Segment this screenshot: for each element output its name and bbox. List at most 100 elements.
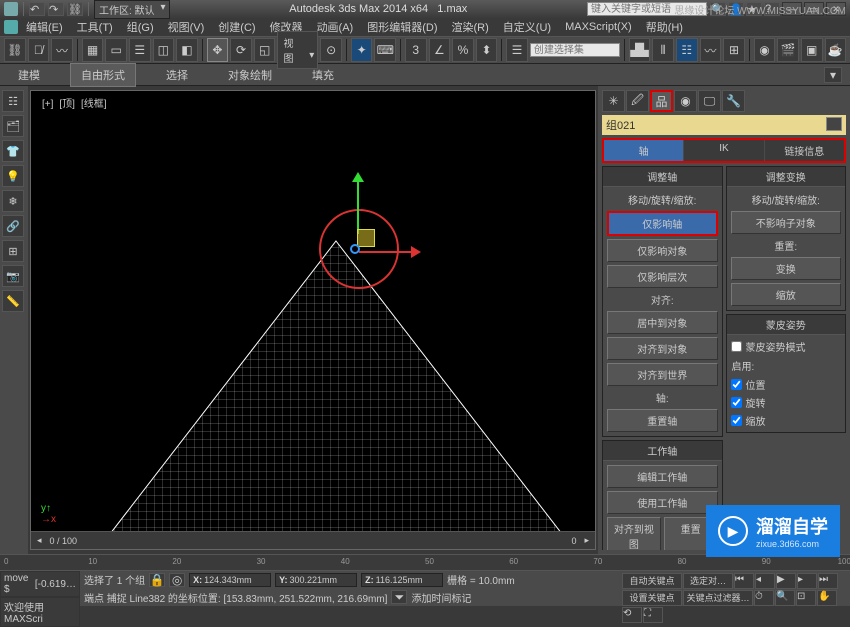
array-icon[interactable]: ⊞ <box>2 240 24 262</box>
scale-checkbox[interactable]: 缩放 <box>731 413 842 428</box>
link-display-icon[interactable]: 🔗 <box>2 215 24 237</box>
menu-view[interactable]: 视图(V) <box>162 17 211 37</box>
position-checkbox[interactable]: 位置 <box>731 377 842 392</box>
skin-pose-mode-checkbox[interactable]: 蒙皮姿势模式 <box>731 339 842 354</box>
spinner-snap-icon[interactable]: ⬍ <box>476 38 498 62</box>
zoom-icon[interactable]: 🔍 <box>775 590 795 606</box>
render-icon[interactable]: ☕ <box>825 38 847 62</box>
render-setup-icon[interactable]: 🎬 <box>777 38 799 62</box>
percent-snap-icon[interactable]: % <box>452 38 474 62</box>
z-coord-input[interactable]: Z:116.125mm <box>361 573 443 587</box>
pivot-center-icon[interactable]: ⊙ <box>320 38 342 62</box>
align-to-view-button[interactable]: 对齐到视图 <box>607 517 661 550</box>
reset-transform-button[interactable]: 变换 <box>731 257 842 280</box>
maxscript-output[interactable]: 欢迎使用 MAXScri <box>0 597 80 627</box>
isolate-selection-icon[interactable]: ◎ <box>169 573 185 587</box>
ribbon-tab-freeform[interactable]: 自由形式 <box>70 63 136 87</box>
align-to-object-button[interactable]: 对齐到对象 <box>607 337 718 360</box>
menu-edit[interactable]: 编辑(E) <box>20 17 69 37</box>
curve-editor-icon[interactable]: 〰 <box>700 38 722 62</box>
setkey-button[interactable]: 设置关键点 <box>622 590 682 606</box>
prev-frame-icon[interactable]: ◂ <box>755 573 775 589</box>
select-name-icon[interactable]: ☰ <box>129 38 151 62</box>
menu-customize[interactable]: 自定义(U) <box>497 17 557 37</box>
zoom-all-icon[interactable]: ⊡ <box>796 590 816 606</box>
render-frame-icon[interactable]: ▣ <box>801 38 823 62</box>
linkinfo-subtab[interactable]: 链接信息 <box>765 140 844 161</box>
affect-object-only-button[interactable]: 仅影响对象 <box>607 239 718 262</box>
select-region-icon[interactable]: ◫ <box>153 38 175 62</box>
maxscript-mini-listener[interactable]: move $ [-0.619… <box>0 571 80 597</box>
menu-graph[interactable]: 图形编辑器(D) <box>361 17 443 37</box>
window-crossing-icon[interactable]: ◧ <box>176 38 198 62</box>
angle-snap-icon[interactable]: ∠ <box>429 38 451 62</box>
manipulate-icon[interactable]: ✦ <box>351 38 373 62</box>
scene-explorer-icon[interactable]: 🗂 <box>2 115 24 137</box>
hierarchy-tab-icon[interactable]: 品 <box>650 90 673 112</box>
light-icon[interactable]: 💡 <box>2 165 24 187</box>
ribbon-min-icon[interactable]: ▾ <box>824 67 842 83</box>
layers-icon[interactable]: ☷ <box>2 90 24 112</box>
menu-tools[interactable]: 工具(T) <box>71 17 119 37</box>
redo-button[interactable]: ↷ <box>48 2 64 16</box>
affect-hierarchy-only-button[interactable]: 仅影响层次 <box>607 265 718 288</box>
viewport[interactable]: [+][顶][线框] <box>30 90 596 550</box>
menu-help[interactable]: 帮助(H) <box>640 17 689 37</box>
affect-pivot-only-button[interactable]: 仅影响轴 <box>607 211 718 236</box>
time-tag-icon[interactable]: ⏷ <box>391 590 407 604</box>
utilities-tab-icon[interactable]: 🔧 <box>722 90 745 112</box>
reset-scale-button[interactable]: 缩放 <box>731 283 842 306</box>
play-icon[interactable]: ▶ <box>776 573 796 589</box>
layer-manager-icon[interactable]: ☷ <box>676 38 698 62</box>
goto-end-icon[interactable]: ⏭ <box>818 573 838 589</box>
menu-maxscript[interactable]: MAXScript(X) <box>559 19 638 35</box>
next-frame-icon[interactable]: ▸ <box>797 573 817 589</box>
create-tab-icon[interactable]: ✳ <box>602 90 625 112</box>
dont-affect-children-button[interactable]: 不影响子对象 <box>731 211 842 234</box>
lock-selection-icon[interactable]: 🔒 <box>149 573 165 587</box>
autokey-button[interactable]: 自动关键点 <box>622 573 682 589</box>
rollout-header[interactable]: 工作轴 <box>603 441 722 461</box>
goto-start-icon[interactable]: ⏮ <box>734 573 754 589</box>
menu-render[interactable]: 渲染(R) <box>446 17 495 37</box>
keyboard-shortcut-icon[interactable]: ⌨ <box>374 38 396 62</box>
use-working-pivot-button[interactable]: 使用工作轴 <box>607 491 718 514</box>
app-icon[interactable] <box>4 2 18 16</box>
mirror-icon[interactable]: ▟▙ <box>629 38 651 62</box>
viewport-label[interactable]: [+][顶][线框] <box>39 95 110 110</box>
ik-subtab[interactable]: IK <box>684 140 763 161</box>
link-button[interactable]: ⛓ <box>67 2 83 16</box>
snapshot-icon[interactable]: 📷 <box>2 265 24 287</box>
menu-group[interactable]: 组(G) <box>121 17 160 37</box>
rollout-header[interactable]: 蒙皮姿势 <box>727 315 846 335</box>
align-icon[interactable]: ⫴ <box>652 38 674 62</box>
y-coord-input[interactable]: Y:300.221mm <box>275 573 357 587</box>
rollout-header[interactable]: 调整轴 <box>603 167 722 187</box>
snap-toggle-icon[interactable]: 3 <box>405 38 427 62</box>
motion-tab-icon[interactable]: ◉ <box>674 90 697 112</box>
undo-button[interactable]: ↶ <box>29 2 45 16</box>
center-to-object-button[interactable]: 居中到对象 <box>607 311 718 334</box>
time-config-icon[interactable]: ⏱ <box>754 590 774 606</box>
reset-pivot-button[interactable]: 重置轴 <box>607 409 718 432</box>
ribbon-tab-modeling[interactable]: 建模 <box>8 64 50 86</box>
viewport-bottom-slider[interactable]: ◂0 / 1000▸ <box>31 531 595 549</box>
object-color-swatch[interactable] <box>826 117 842 131</box>
move-tool-icon[interactable]: ✥ <box>207 38 229 62</box>
select-object-icon[interactable]: ▭ <box>105 38 127 62</box>
freeze-icon[interactable]: ❄ <box>2 190 24 212</box>
select-link-icon[interactable]: ⛓ <box>4 38 26 62</box>
unlink-icon[interactable]: ⛓̸ <box>28 38 50 62</box>
ribbon-tab-objectpaint[interactable]: 对象绘制 <box>218 64 282 86</box>
add-time-tag[interactable]: 添加时间标记 <box>411 590 471 605</box>
bind-space-warp-icon[interactable]: 〰 <box>51 38 73 62</box>
rotate-tool-icon[interactable]: ⟳ <box>230 38 252 62</box>
orbit-icon[interactable]: ⟲ <box>622 607 642 623</box>
modify-tab-icon[interactable]: 🖉 <box>626 90 649 112</box>
menu-create[interactable]: 创建(C) <box>212 17 261 37</box>
x-coord-input[interactable]: X:124.343mm <box>189 573 271 587</box>
schematic-view-icon[interactable]: ⊞ <box>723 38 745 62</box>
workspace-dropdown[interactable]: 工作区: 默认 <box>94 0 170 19</box>
rotation-checkbox[interactable]: 旋转 <box>731 395 842 410</box>
object-name-field[interactable]: 组021 <box>602 115 846 135</box>
